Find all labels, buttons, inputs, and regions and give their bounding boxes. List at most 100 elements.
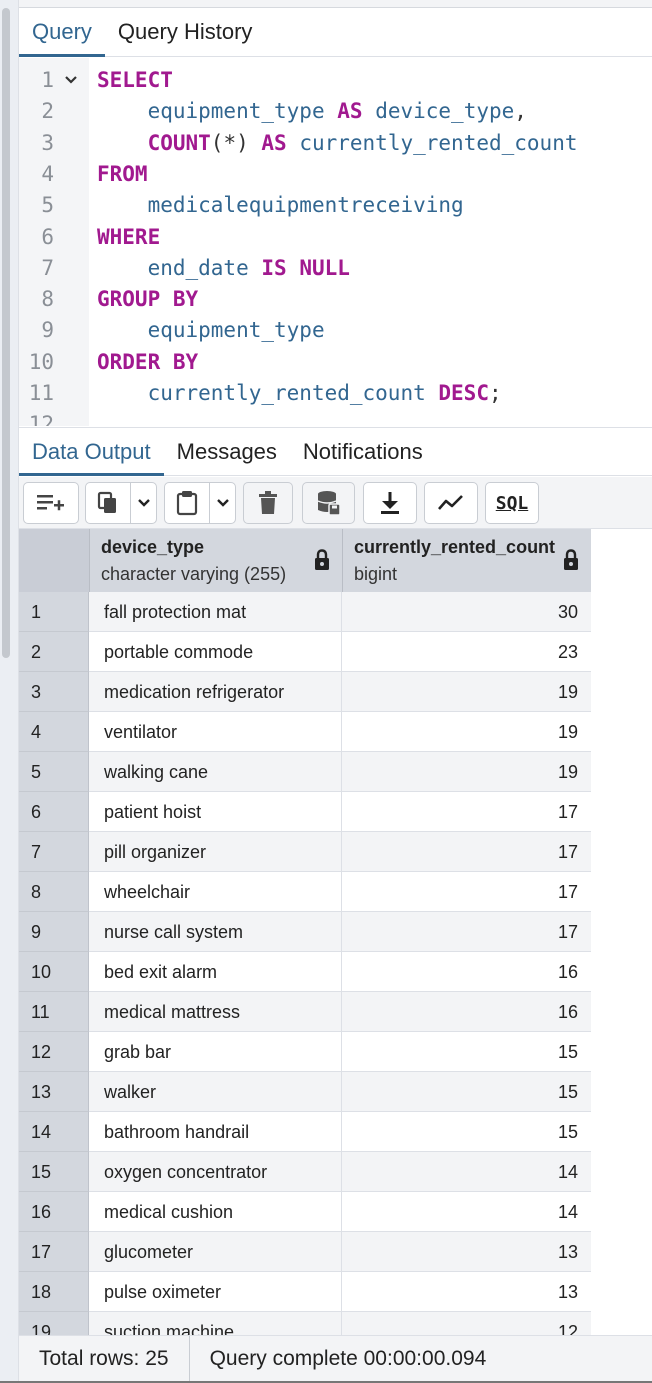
cell-device-type[interactable]: nurse call system — [89, 912, 342, 952]
table-row[interactable]: 18 pulse oximeter 13 — [19, 1272, 591, 1312]
row-number[interactable]: 1 — [19, 592, 89, 632]
table-row[interactable]: 13 walker 15 — [19, 1072, 591, 1112]
row-number[interactable]: 10 — [19, 952, 89, 992]
cell-currently-rented-count[interactable]: 17 — [342, 872, 591, 912]
cell-currently-rented-count[interactable]: 17 — [342, 792, 591, 832]
row-number[interactable]: 13 — [19, 1072, 89, 1112]
table-row[interactable]: 9 nurse call system 17 — [19, 912, 591, 952]
table-row[interactable]: 8 wheelchair 17 — [19, 872, 591, 912]
cell-currently-rented-count[interactable]: 15 — [342, 1032, 591, 1072]
table-row[interactable]: 6 patient hoist 17 — [19, 792, 591, 832]
row-number[interactable]: 5 — [19, 752, 89, 792]
cell-device-type[interactable]: bathroom handrail — [89, 1112, 342, 1152]
code-line[interactable]: 8 GROUP BY — [19, 284, 652, 315]
cell-currently-rented-count[interactable]: 16 — [342, 952, 591, 992]
cell-device-type[interactable]: pill organizer — [89, 832, 342, 872]
column-header-currently-rented-count[interactable]: currently_rented_count bigint — [342, 529, 591, 592]
sql-editor[interactable]: 1 SELECT 2 equipment_type AS device_type, 3… — [19, 58, 652, 426]
table-row[interactable]: 2 portable commode 23 — [19, 632, 591, 672]
code-line[interactable]: 9 equipment_type — [19, 315, 652, 346]
row-number[interactable]: 9 — [19, 912, 89, 952]
row-number[interactable]: 17 — [19, 1232, 89, 1272]
copy-button[interactable] — [85, 482, 131, 524]
tab-query-history[interactable]: Query History — [105, 8, 265, 56]
row-number[interactable]: 6 — [19, 792, 89, 832]
cell-device-type[interactable]: medical cushion — [89, 1192, 342, 1232]
cell-device-type[interactable]: fall protection mat — [89, 592, 342, 632]
table-row[interactable]: 12 grab bar 15 — [19, 1032, 591, 1072]
row-number[interactable]: 12 — [19, 1032, 89, 1072]
code-line[interactable]: 10 ORDER BY — [19, 347, 652, 378]
cell-device-type[interactable]: grab bar — [89, 1032, 342, 1072]
row-number-header[interactable] — [19, 529, 89, 592]
cell-currently-rented-count[interactable]: 14 — [342, 1152, 591, 1192]
paste-options-dropdown[interactable] — [209, 482, 236, 524]
cell-currently-rented-count[interactable]: 17 — [342, 832, 591, 872]
code-line[interactable]: 1 SELECT — [19, 65, 652, 96]
row-number[interactable]: 8 — [19, 872, 89, 912]
add-row-button[interactable] — [23, 482, 79, 524]
tab-data-output[interactable]: Data Output — [19, 428, 164, 476]
code-line[interactable]: 11 currently_rented_count DESC; — [19, 378, 652, 409]
code-line[interactable]: 3 COUNT(*) AS currently_rented_count — [19, 128, 652, 159]
code-line[interactable]: 12 — [19, 409, 652, 426]
cell-device-type[interactable]: oxygen concentrator — [89, 1152, 342, 1192]
cell-currently-rented-count[interactable]: 19 — [342, 712, 591, 752]
cell-device-type[interactable]: glucometer — [89, 1232, 342, 1272]
code-line[interactable]: 2 equipment_type AS device_type, — [19, 96, 652, 127]
code-line[interactable]: 4 FROM — [19, 159, 652, 190]
cell-currently-rented-count[interactable]: 19 — [342, 752, 591, 792]
tab-query[interactable]: Query — [19, 8, 105, 57]
code-line[interactable]: 5 medicalequipmentreceiving — [19, 190, 652, 221]
cell-device-type[interactable]: medical mattress — [89, 992, 342, 1032]
table-row[interactable]: 5 walking cane 19 — [19, 752, 591, 792]
cell-device-type[interactable]: pulse oximeter — [89, 1272, 342, 1312]
cell-device-type[interactable]: wheelchair — [89, 872, 342, 912]
tab-messages[interactable]: Messages — [164, 428, 290, 475]
copy-options-dropdown[interactable] — [130, 482, 157, 524]
paste-button[interactable] — [164, 482, 210, 524]
column-header-device-type[interactable]: device_type character varying (255) — [89, 529, 342, 592]
cell-device-type[interactable]: ventilator — [89, 712, 342, 752]
cell-device-type[interactable]: portable commode — [89, 632, 342, 672]
cell-device-type[interactable]: bed exit alarm — [89, 952, 342, 992]
table-row[interactable]: 1 fall protection mat 30 — [19, 592, 591, 632]
cell-currently-rented-count[interactable]: 12 — [342, 1312, 591, 1335]
table-row[interactable]: 11 medical mattress 16 — [19, 992, 591, 1032]
download-button[interactable] — [363, 482, 417, 524]
cell-currently-rented-count[interactable]: 17 — [342, 912, 591, 952]
cell-currently-rented-count[interactable]: 15 — [342, 1112, 591, 1152]
code-line[interactable]: 7 end_date IS NULL — [19, 253, 652, 284]
cell-currently-rented-count[interactable]: 16 — [342, 992, 591, 1032]
graph-visualiser-button[interactable] — [424, 482, 478, 524]
table-row[interactable]: 4 ventilator 19 — [19, 712, 591, 752]
cell-currently-rented-count[interactable]: 13 — [342, 1272, 591, 1312]
cell-device-type[interactable]: patient hoist — [89, 792, 342, 832]
table-row[interactable]: 14 bathroom handrail 15 — [19, 1112, 591, 1152]
table-row[interactable]: 10 bed exit alarm 16 — [19, 952, 591, 992]
sql-button[interactable]: SQL — [485, 482, 539, 524]
tab-notifications[interactable]: Notifications — [290, 428, 436, 475]
table-row[interactable]: 15 oxygen concentrator 14 — [19, 1152, 591, 1192]
cell-currently-rented-count[interactable]: 23 — [342, 632, 591, 672]
table-row[interactable]: 17 glucometer 13 — [19, 1232, 591, 1272]
cell-currently-rented-count[interactable]: 14 — [342, 1192, 591, 1232]
row-number[interactable]: 3 — [19, 672, 89, 712]
cell-currently-rented-count[interactable]: 30 — [342, 592, 591, 632]
cell-currently-rented-count[interactable]: 19 — [342, 672, 591, 712]
row-number[interactable]: 16 — [19, 1192, 89, 1232]
code-line[interactable]: 6 WHERE — [19, 222, 652, 253]
vertical-scrollbar[interactable] — [2, 8, 10, 658]
row-number[interactable]: 7 — [19, 832, 89, 872]
row-number[interactable]: 4 — [19, 712, 89, 752]
table-row[interactable]: 7 pill organizer 17 — [19, 832, 591, 872]
cell-currently-rented-count[interactable]: 13 — [342, 1232, 591, 1272]
cell-device-type[interactable]: medication refrigerator — [89, 672, 342, 712]
table-row[interactable]: 16 medical cushion 14 — [19, 1192, 591, 1232]
cell-device-type[interactable]: suction machine — [89, 1312, 342, 1335]
cell-device-type[interactable]: walker — [89, 1072, 342, 1112]
row-number[interactable]: 2 — [19, 632, 89, 672]
cell-device-type[interactable]: walking cane — [89, 752, 342, 792]
cell-currently-rented-count[interactable]: 15 — [342, 1072, 591, 1112]
row-number[interactable]: 14 — [19, 1112, 89, 1152]
